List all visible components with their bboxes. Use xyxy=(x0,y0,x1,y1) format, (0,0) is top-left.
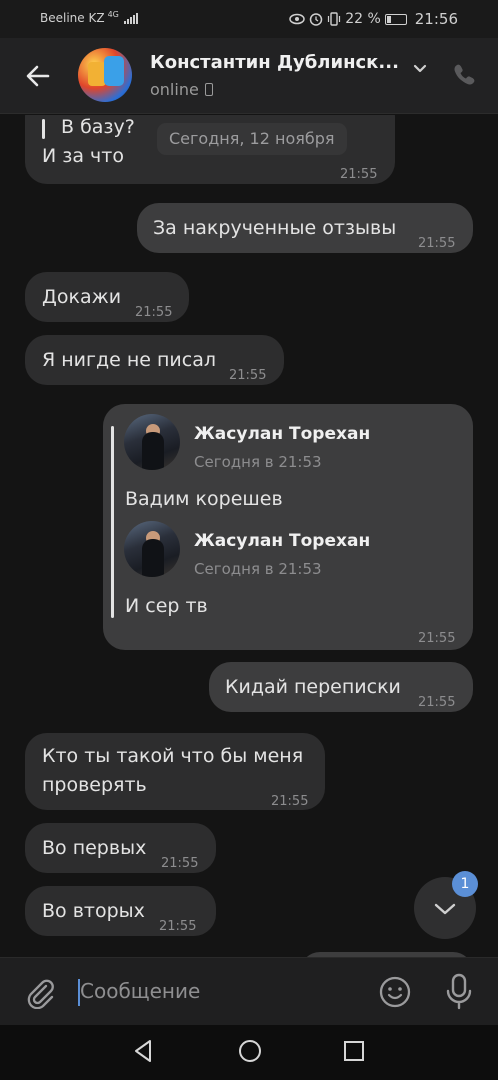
network-label: 4G xyxy=(107,9,119,19)
message-incoming[interactable]: Во вторых 21:55 xyxy=(25,886,216,936)
forward-author[interactable]: Жасулан Торехан xyxy=(194,420,370,449)
forward-text: И сер тв xyxy=(125,595,208,617)
clock: 21:56 xyxy=(414,10,458,28)
forward-author[interactable]: Жасулан Торехан xyxy=(194,527,370,556)
nav-home-icon[interactable] xyxy=(237,1038,263,1064)
unread-badge: 1 xyxy=(452,871,478,897)
message-input[interactable]: Сообщение xyxy=(78,972,358,1012)
message-time: 21:55 xyxy=(418,695,456,710)
author-avatar[interactable] xyxy=(124,414,180,470)
forward-text: Вадим корешев xyxy=(125,488,283,510)
message-list[interactable]: В базу? И за что 21:55 Сегодня, 12 ноябр… xyxy=(0,115,498,957)
message-text: И за что xyxy=(42,145,124,167)
message-outgoing[interactable]: Кидай переписки 21:55 xyxy=(209,662,473,712)
message-time: 21:55 xyxy=(340,167,378,182)
nav-recents-icon[interactable] xyxy=(342,1039,366,1063)
message-incoming[interactable]: Кто ты такой что бы меня проверять 21:55 xyxy=(25,733,325,810)
eye-icon xyxy=(289,13,305,25)
composer: Сообщение xyxy=(0,957,498,1025)
microphone-icon[interactable] xyxy=(444,973,474,1011)
system-nav-bar xyxy=(0,1025,498,1080)
alarm-icon xyxy=(309,13,323,26)
date-separator: Сегодня, 12 ноября xyxy=(157,123,347,155)
message-text: Во первых xyxy=(42,837,147,859)
forward-marker xyxy=(111,426,114,618)
message-time: 21:55 xyxy=(418,631,456,646)
message-text: Докажи xyxy=(42,286,122,308)
forwarded-message[interactable]: Жасулан Торехан Сегодня в 21:53 Вадим ко… xyxy=(103,404,473,650)
message-incoming[interactable]: Докажи 21:55 xyxy=(25,272,189,322)
message-text: проверять xyxy=(42,774,147,796)
contact-avatar[interactable] xyxy=(78,48,132,102)
forward-time: Сегодня в 21:53 xyxy=(194,560,322,578)
smile-icon[interactable] xyxy=(378,975,412,1009)
battery-icon xyxy=(384,13,407,25)
chat-header: Константин Дублинск... online xyxy=(0,38,498,114)
message-text: Кто ты такой что бы меня xyxy=(42,745,304,767)
contact-name[interactable]: Константин Дублинск... xyxy=(150,52,399,73)
carrier-label: Beeline KZ xyxy=(40,11,105,25)
message-text: В базу? xyxy=(61,116,135,138)
message-incoming[interactable]: Я нигде не писал 21:55 xyxy=(25,335,284,385)
message-time: 21:55 xyxy=(135,305,173,320)
battery-percent: 22 % xyxy=(345,11,381,27)
message-text: Кидай переписки xyxy=(225,676,401,698)
paperclip-icon[interactable] xyxy=(22,975,56,1009)
back-arrow-icon[interactable] xyxy=(20,58,56,94)
vibrate-icon xyxy=(328,12,341,26)
phone-icon[interactable] xyxy=(450,60,480,90)
message-time: 21:55 xyxy=(271,794,309,809)
message-time: 21:55 xyxy=(229,368,267,383)
mobile-icon xyxy=(204,83,213,96)
message-text: Я нигде не писал xyxy=(42,349,217,371)
message-time: 21:55 xyxy=(159,919,197,934)
forward-time: Сегодня в 21:53 xyxy=(194,453,322,471)
message-text: За накрученные отзывы xyxy=(153,217,397,239)
message-time: 21:55 xyxy=(418,236,456,251)
message-time: 21:55 xyxy=(161,856,199,871)
message-outgoing[interactable]: За накрученные отзывы 21:55 xyxy=(137,203,473,253)
nav-back-icon[interactable] xyxy=(130,1038,156,1064)
status-bar: Beeline KZ 4G 22 % 21:56 xyxy=(0,0,498,38)
message-text: Во вторых xyxy=(42,900,145,922)
online-label: online xyxy=(150,80,199,99)
chevron-down-icon[interactable] xyxy=(410,58,430,78)
message-placeholder: Сообщение xyxy=(80,979,201,1003)
reply-marker xyxy=(42,119,45,139)
message-incoming[interactable]: Во первых 21:55 xyxy=(25,823,216,873)
contact-status: online xyxy=(150,80,213,99)
author-avatar[interactable] xyxy=(124,521,180,577)
signal-icon xyxy=(123,12,138,24)
